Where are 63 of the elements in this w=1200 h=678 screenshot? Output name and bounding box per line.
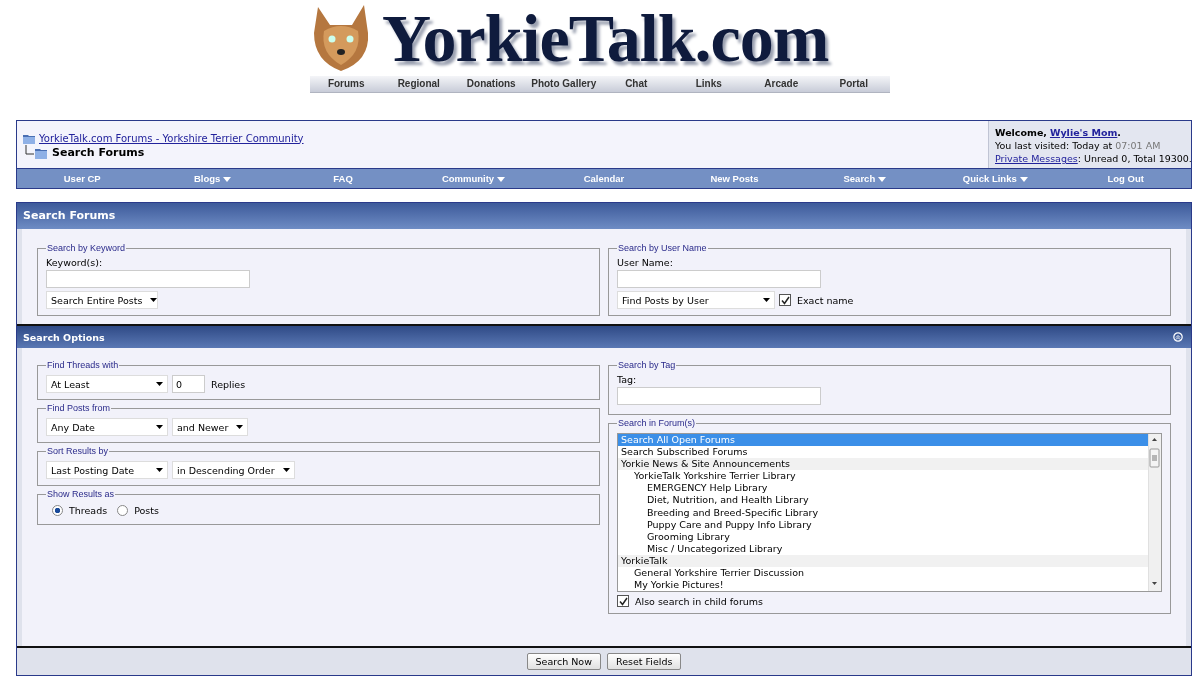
last-visited-time: 07:01 AM	[1115, 140, 1161, 151]
section-legend: Search in Forum(s)	[617, 418, 697, 428]
forum-option[interactable]: Yorkie News & Site Announcements	[618, 458, 1148, 471]
dropdown[interactable]: At Least	[46, 375, 168, 393]
caret-icon	[156, 468, 163, 472]
keyword-input[interactable]	[46, 270, 250, 288]
section-legend: Search by User Name	[617, 243, 708, 253]
form-button[interactable]: Search Now	[526, 653, 601, 670]
dropdown[interactable]: Last Posting Date	[46, 461, 168, 479]
radio-button[interactable]	[52, 505, 63, 516]
section-legend: Find Posts from	[46, 403, 112, 413]
menu-link[interactable]: Portal	[817, 76, 890, 92]
caret-icon	[150, 298, 158, 302]
dropdown[interactable]: Any Date	[46, 418, 168, 436]
section-legend: Search by Keyword	[46, 243, 127, 253]
tree-folder-icon	[23, 145, 49, 159]
dropdown[interactable]: in Descending Order	[172, 461, 295, 479]
menu-link[interactable]: Arcade	[745, 76, 818, 92]
checkbox-label: Also search in child forums	[635, 595, 764, 607]
section-legend: Search by Tag	[617, 360, 677, 370]
checkbox-label: Exact name	[797, 294, 854, 306]
dropdown[interactable]: and Newer	[172, 418, 249, 436]
menu-link[interactable]: Forums	[310, 76, 383, 92]
field-label: User Name:	[617, 257, 674, 268]
caret-icon	[156, 425, 163, 429]
logo-wordmark: YorkieTalk.com	[382, 0, 829, 76]
dropdown[interactable]: Search Entire Posts	[46, 291, 158, 309]
field-label: Keyword(s):	[46, 257, 104, 268]
caret-icon	[156, 382, 163, 386]
last-visited-text: You last visited: Today at	[995, 140, 1113, 151]
radio-label: Threads	[69, 505, 108, 516]
replies-input[interactable]: 0	[172, 375, 205, 393]
section-legend: Show Results as	[46, 489, 116, 499]
dropdown[interactable]: Find Posts by User	[617, 291, 775, 309]
punctuation-text: .	[1117, 127, 1121, 138]
username-input[interactable]	[617, 270, 821, 288]
radio-button[interactable]	[117, 505, 129, 516]
checkbox[interactable]	[779, 294, 791, 306]
welcome-text: Welcome,	[995, 127, 1047, 138]
form-button[interactable]: Reset Fields	[606, 653, 682, 670]
section-legend: Sort Results by	[46, 446, 110, 456]
tag-input[interactable]	[617, 387, 821, 405]
unit-label: Replies	[211, 378, 246, 390]
collapse-icon[interactable]	[1173, 332, 1183, 342]
caret-icon	[282, 468, 290, 472]
section-legend: Find Threads with	[46, 360, 120, 370]
menu-link[interactable]: Links	[672, 76, 745, 92]
caret-icon	[236, 425, 244, 429]
menu-link[interactable]: Chat	[600, 76, 673, 92]
panel-header: Search Forums	[17, 203, 1191, 229]
folder-icon	[23, 132, 36, 144]
caret-icon	[763, 298, 770, 302]
page-title: Search Forums	[52, 145, 145, 159]
message-count-text: : Unread 0, Total 19300.	[1077, 153, 1192, 164]
menu-link[interactable]: Donations	[455, 76, 528, 92]
options-title: Search Options	[23, 331, 105, 343]
breadcrumb-link[interactable]: YorkieTalk.com Forums - Yorkshire Terrier Community	[39, 132, 304, 144]
menu-link[interactable]: Regional	[382, 76, 455, 92]
field-label: Tag:	[617, 374, 638, 385]
private-messages-link[interactable]: Private Messages	[995, 153, 1078, 164]
radio-label: Posts	[134, 505, 159, 516]
menu-link[interactable]: Photo Gallery	[527, 76, 600, 92]
checkbox[interactable]	[617, 595, 629, 607]
